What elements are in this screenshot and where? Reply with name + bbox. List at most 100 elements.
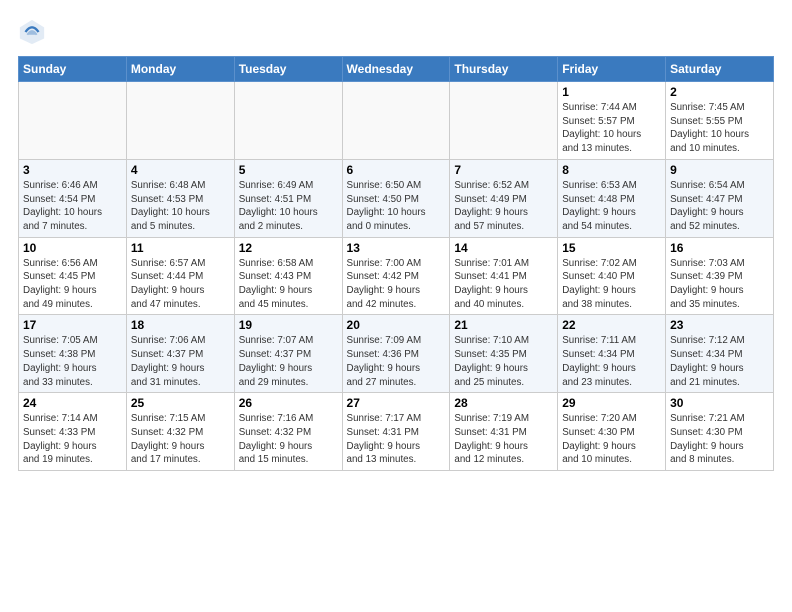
day-number: 9 [670,163,769,177]
calendar-cell: 16 Sunrise: 7:03 AM Sunset: 4:39 PM Dayli… [666,237,774,315]
day-info: Sunrise: 7:14 AM Sunset: 4:33 PM Dayligh… [23,412,122,467]
calendar-cell: 19Sunrise: 7:07 AM Sunset: 4:37 PM Dayli… [234,315,342,393]
calendar-cell: 12 Sunrise: 6:58 AM Sunset: 4:43 PM Dayli… [234,237,342,315]
day-info: Sunrise: 6:57 AM Sunset: 4:44 PM Dayligh… [131,257,230,312]
day-info: Sunrise: 7:19 AM Sunset: 4:31 PM Dayligh… [454,412,553,467]
day-number: 6 [347,163,446,177]
calendar-cell: 25 Sunrise: 7:15 AM Sunset: 4:32 PM Dayli… [126,393,234,471]
calendar-cell [234,82,342,160]
day-number: 8 [562,163,661,177]
col-header-tuesday: Tuesday [234,57,342,82]
day-number: 29 [562,396,661,410]
day-number: 11 [131,241,230,255]
day-number: 26 [239,396,338,410]
day-number: 15 [562,241,661,255]
week-row-1: 3 Sunrise: 6:46 AM Sunset: 4:54 PM Daylig… [19,159,774,237]
calendar-cell: 24 Sunrise: 7:14 AM Sunset: 4:33 PM Dayli… [19,393,127,471]
day-number: 17 [23,318,122,332]
calendar: SundayMondayTuesdayWednesdayThursdayFrid… [18,56,774,471]
calendar-cell: 18Sunrise: 7:06 AM Sunset: 4:37 PM Dayli… [126,315,234,393]
calendar-cell: 1 Sunrise: 7:44 AM Sunset: 5:57 PM Daylig… [558,82,666,160]
logo-icon [18,18,46,46]
day-number: 13 [347,241,446,255]
calendar-cell: 27 Sunrise: 7:17 AM Sunset: 4:31 PM Dayli… [342,393,450,471]
day-info: Sunrise: 7:17 AM Sunset: 4:31 PM Dayligh… [347,412,446,467]
day-number: 4 [131,163,230,177]
day-number: 19 [239,318,338,332]
day-number: 10 [23,241,122,255]
day-info: Sunrise: 7:00 AM Sunset: 4:42 PM Dayligh… [347,257,446,312]
day-info: Sunrise: 7:20 AM Sunset: 4:30 PM Dayligh… [562,412,661,467]
calendar-cell: 22 Sunrise: 7:11 AM Sunset: 4:34 PM Dayli… [558,315,666,393]
week-row-2: 10 Sunrise: 6:56 AM Sunset: 4:45 PM Dayli… [19,237,774,315]
calendar-cell: 2 Sunrise: 7:45 AM Sunset: 5:55 PM Daylig… [666,82,774,160]
day-info: Sunrise: 7:05 AM Sunset: 4:38 PM Dayligh… [23,334,122,389]
calendar-cell: 15 Sunrise: 7:02 AM Sunset: 4:40 PM Dayli… [558,237,666,315]
calendar-cell [450,82,558,160]
day-number: 27 [347,396,446,410]
day-number: 24 [23,396,122,410]
day-number: 2 [670,85,769,99]
day-number: 30 [670,396,769,410]
day-info: Sunrise: 7:02 AM Sunset: 4:40 PM Dayligh… [562,257,661,312]
col-header-thursday: Thursday [450,57,558,82]
col-header-wednesday: Wednesday [342,57,450,82]
calendar-cell: 20 Sunrise: 7:09 AM Sunset: 4:36 PM Dayli… [342,315,450,393]
day-info: Sunrise: 6:53 AM Sunset: 4:48 PM Dayligh… [562,179,661,234]
col-header-saturday: Saturday [666,57,774,82]
calendar-cell [342,82,450,160]
calendar-cell: 14 Sunrise: 7:01 AM Sunset: 4:41 PM Dayli… [450,237,558,315]
calendar-cell: 26 Sunrise: 7:16 AM Sunset: 4:32 PM Dayli… [234,393,342,471]
calendar-cell: 3 Sunrise: 6:46 AM Sunset: 4:54 PM Daylig… [19,159,127,237]
day-number: 28 [454,396,553,410]
day-number: 12 [239,241,338,255]
day-number: 23 [670,318,769,332]
day-info: Sunrise: 7:15 AM Sunset: 4:32 PM Dayligh… [131,412,230,467]
calendar-cell: 10 Sunrise: 6:56 AM Sunset: 4:45 PM Dayli… [19,237,127,315]
day-number: 16 [670,241,769,255]
calendar-cell: 9 Sunrise: 6:54 AM Sunset: 4:47 PM Daylig… [666,159,774,237]
day-info: Sunrise: 6:58 AM Sunset: 4:43 PM Dayligh… [239,257,338,312]
day-info: Sunrise: 6:49 AM Sunset: 4:51 PM Dayligh… [239,179,338,234]
week-row-4: 24 Sunrise: 7:14 AM Sunset: 4:33 PM Dayli… [19,393,774,471]
calendar-cell: 5 Sunrise: 6:49 AM Sunset: 4:51 PM Daylig… [234,159,342,237]
day-info: Sunrise: 7:01 AM Sunset: 4:41 PM Dayligh… [454,257,553,312]
day-info: Sunrise: 6:52 AM Sunset: 4:49 PM Dayligh… [454,179,553,234]
day-info: Sunrise: 6:50 AM Sunset: 4:50 PM Dayligh… [347,179,446,234]
day-number: 3 [23,163,122,177]
day-info: Sunrise: 7:44 AM Sunset: 5:57 PM Dayligh… [562,101,661,156]
day-info: Sunrise: 7:16 AM Sunset: 4:32 PM Dayligh… [239,412,338,467]
calendar-cell: 28 Sunrise: 7:19 AM Sunset: 4:31 PM Dayli… [450,393,558,471]
calendar-cell: 11 Sunrise: 6:57 AM Sunset: 4:44 PM Dayli… [126,237,234,315]
day-info: Sunrise: 6:56 AM Sunset: 4:45 PM Dayligh… [23,257,122,312]
day-info: Sunrise: 7:11 AM Sunset: 4:34 PM Dayligh… [562,334,661,389]
day-number: 20 [347,318,446,332]
day-number: 7 [454,163,553,177]
day-info: Sunrise: 6:48 AM Sunset: 4:53 PM Dayligh… [131,179,230,234]
day-number: 21 [454,318,553,332]
calendar-cell: 29 Sunrise: 7:20 AM Sunset: 4:30 PM Dayli… [558,393,666,471]
day-info: Sunrise: 7:06 AM Sunset: 4:37 PM Dayligh… [131,334,230,389]
calendar-cell: 21 Sunrise: 7:10 AM Sunset: 4:35 PM Dayli… [450,315,558,393]
day-number: 5 [239,163,338,177]
page: SundayMondayTuesdayWednesdayThursdayFrid… [0,0,792,481]
calendar-cell: 6 Sunrise: 6:50 AM Sunset: 4:50 PM Daylig… [342,159,450,237]
calendar-cell: 30 Sunrise: 7:21 AM Sunset: 4:30 PM Dayli… [666,393,774,471]
calendar-cell: 23 Sunrise: 7:12 AM Sunset: 4:34 PM Dayli… [666,315,774,393]
logo [18,18,48,46]
col-header-sunday: Sunday [19,57,127,82]
day-info: Sunrise: 6:46 AM Sunset: 4:54 PM Dayligh… [23,179,122,234]
day-info: Sunrise: 7:03 AM Sunset: 4:39 PM Dayligh… [670,257,769,312]
day-number: 14 [454,241,553,255]
day-info: Sunrise: 7:45 AM Sunset: 5:55 PM Dayligh… [670,101,769,156]
day-number: 1 [562,85,661,99]
day-number: 25 [131,396,230,410]
day-info: Sunrise: 7:10 AM Sunset: 4:35 PM Dayligh… [454,334,553,389]
day-number: 22 [562,318,661,332]
day-info: Sunrise: 7:21 AM Sunset: 4:30 PM Dayligh… [670,412,769,467]
calendar-cell: 8 Sunrise: 6:53 AM Sunset: 4:48 PM Daylig… [558,159,666,237]
day-info: Sunrise: 6:54 AM Sunset: 4:47 PM Dayligh… [670,179,769,234]
day-info: Sunrise: 7:09 AM Sunset: 4:36 PM Dayligh… [347,334,446,389]
week-row-3: 17 Sunrise: 7:05 AM Sunset: 4:38 PM Dayli… [19,315,774,393]
day-info: Sunrise: 7:12 AM Sunset: 4:34 PM Dayligh… [670,334,769,389]
